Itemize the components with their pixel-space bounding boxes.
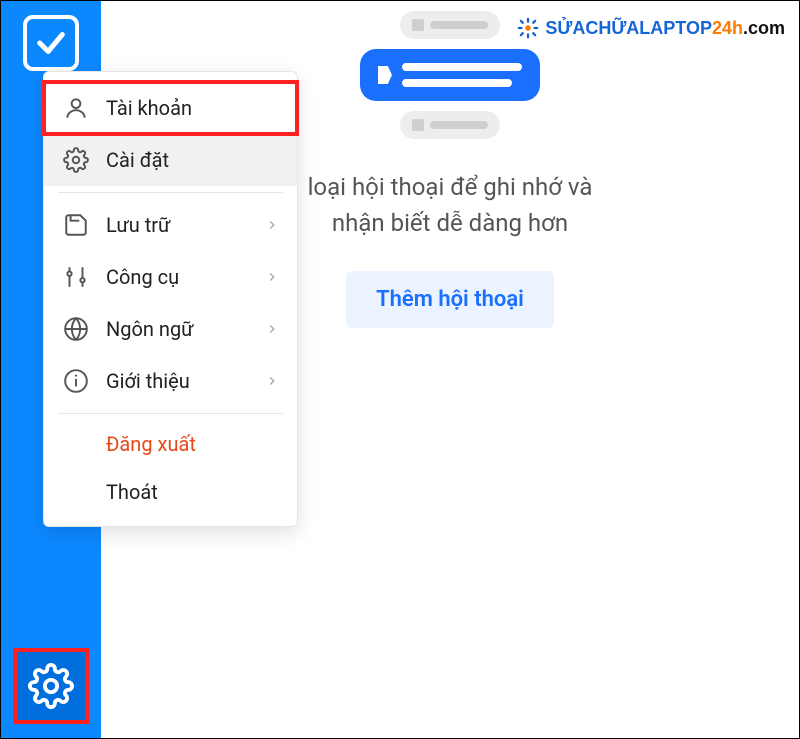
tag-icon bbox=[378, 66, 392, 84]
main-description: loại hội thoại để ghi nhớ và nhận biết d… bbox=[308, 169, 593, 241]
menu-label-language: Ngôn ngữ bbox=[106, 317, 194, 341]
menu-item-exit[interactable]: Thoát bbox=[44, 468, 297, 516]
watermark-text-1: SỬACHỮALAPTOP bbox=[545, 18, 712, 38]
menu-item-tools[interactable]: Công cụ bbox=[44, 251, 297, 303]
menu-item-account[interactable]: Tài khoản bbox=[44, 82, 297, 134]
menu-item-settings[interactable]: Cài đặt bbox=[44, 134, 297, 186]
menu-label-account: Tài khoản bbox=[106, 96, 192, 120]
chevron-right-icon bbox=[265, 213, 279, 237]
menu-item-logout[interactable]: Đăng xuất bbox=[44, 420, 297, 468]
menu-item-storage[interactable]: Lưu trữ bbox=[44, 199, 297, 251]
sliders-icon bbox=[62, 263, 90, 291]
checkmark-icon bbox=[34, 26, 68, 60]
menu-label-tools: Công cụ bbox=[106, 265, 179, 289]
save-icon bbox=[62, 211, 90, 239]
menu-label-storage: Lưu trữ bbox=[106, 213, 170, 237]
sidebar-checkbox-button[interactable] bbox=[23, 15, 79, 71]
watermark: SỬACHỮALAPTOP24h.com bbox=[517, 17, 785, 39]
main-text-line2: nhận biết dễ dàng hơn bbox=[332, 209, 568, 237]
menu-item-language[interactable]: Ngôn ngữ bbox=[44, 303, 297, 355]
menu-divider bbox=[58, 192, 283, 193]
add-conversation-button[interactable]: Thêm hội thoại bbox=[346, 271, 554, 328]
menu-label-settings: Cài đặt bbox=[106, 148, 169, 172]
info-icon bbox=[62, 367, 90, 395]
chat-bubble-small-2 bbox=[400, 111, 500, 139]
menu-label-logout: Đăng xuất bbox=[106, 432, 196, 456]
chevron-right-icon bbox=[265, 265, 279, 289]
chat-bubble-small-1 bbox=[400, 11, 500, 39]
watermark-gear-icon bbox=[517, 17, 539, 39]
gear-icon bbox=[62, 146, 90, 174]
chevron-right-icon bbox=[265, 317, 279, 341]
gear-icon bbox=[28, 663, 74, 709]
chat-bubble-highlight bbox=[360, 49, 540, 101]
menu-label-about: Giới thiệu bbox=[106, 369, 190, 393]
globe-icon bbox=[62, 315, 90, 343]
settings-popup-menu: Tài khoản Cài đặt Lưu trữ Công cụ Ngôn n… bbox=[43, 71, 298, 527]
menu-label-exit: Thoát bbox=[106, 480, 158, 504]
menu-item-about[interactable]: Giới thiệu bbox=[44, 355, 297, 407]
menu-divider bbox=[58, 413, 283, 414]
watermark-text-3: .com bbox=[743, 18, 785, 38]
watermark-text-2: 24h bbox=[712, 18, 743, 38]
main-text-line1: loại hội thoại để ghi nhớ và bbox=[308, 173, 593, 201]
chevron-right-icon bbox=[265, 369, 279, 393]
illustration bbox=[360, 11, 540, 139]
sidebar-settings-button[interactable] bbox=[13, 648, 89, 724]
user-icon bbox=[62, 94, 90, 122]
